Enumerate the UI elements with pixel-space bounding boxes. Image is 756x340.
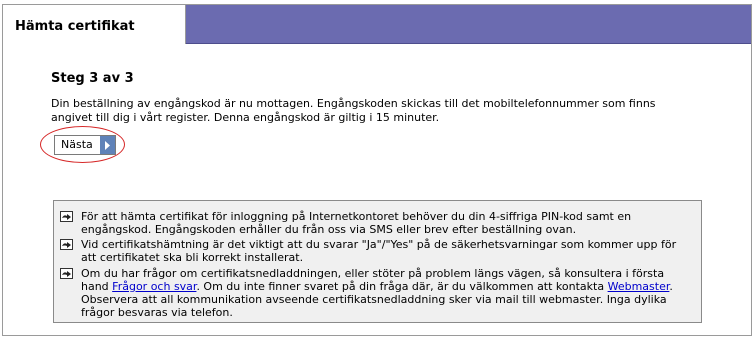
webmaster-link[interactable]: Webmaster [608, 280, 670, 293]
arrow-icon [60, 211, 73, 222]
arrow-icon [60, 239, 73, 250]
faq-link[interactable]: Frågor och svar [112, 280, 196, 293]
info-item-text: För att hämta certifikat för inloggning … [81, 210, 632, 236]
arrow-icon [60, 268, 73, 279]
next-button[interactable]: Nästa [54, 135, 116, 155]
info-item: Vid certifikatshämtning är det viktigt a… [60, 238, 685, 264]
info-item: För att hämta certifikat för inloggning … [60, 210, 685, 236]
chevron-right-icon [99, 136, 115, 154]
next-button-label: Nästa [61, 138, 93, 151]
info-item: Om du har frågor om certifikatsnedladdni… [60, 267, 685, 319]
step-description: Din beställning av engångskod är nu mott… [51, 97, 656, 124]
info-item-text: Om du har frågor om certifikatsnedladdni… [81, 267, 685, 319]
tab-hamta-certifikat: Hämta certifikat [3, 5, 186, 44]
info-box: För att hämta certifikat för inloggning … [53, 200, 702, 323]
info-item-text: Vid certifikatshämtning är det viktigt a… [81, 238, 677, 264]
step-title: Steg 3 av 3 [51, 71, 134, 86]
tab-title: Hämta certifikat [15, 19, 135, 34]
info-text-part: . Om du inte finner svaret på din fråga … [196, 280, 608, 293]
